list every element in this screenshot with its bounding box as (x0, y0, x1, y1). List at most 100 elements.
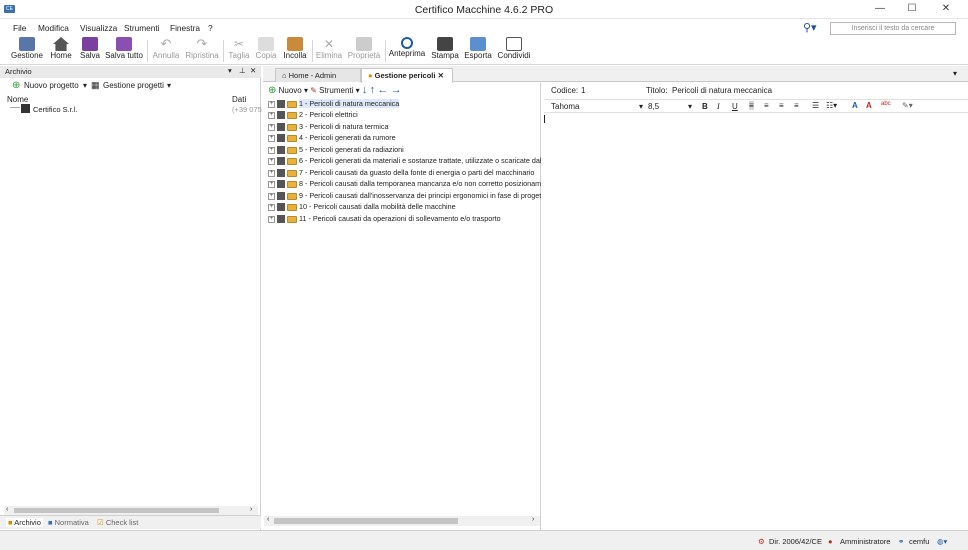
properties-button[interactable]: Proprietà (346, 37, 382, 65)
panel-dropdown-icon[interactable]: ▾ (228, 66, 232, 75)
undo-button[interactable]: ↶ Annulla (151, 37, 181, 65)
archive-row-name[interactable]: Certifico S.r.l. (33, 105, 78, 114)
expand-icon[interactable]: + (268, 123, 275, 131)
print-button[interactable]: Stampa (430, 37, 460, 65)
hazard-row[interactable]: +7 - Pericoli causati da guasto della fo… (268, 168, 541, 179)
home-button[interactable]: Home (48, 37, 74, 65)
share-button[interactable]: Condividi (496, 37, 532, 65)
column-name[interactable]: Nome (7, 95, 28, 104)
hazard-row[interactable]: +8 - Pericoli causati dalla temporanea m… (268, 179, 541, 190)
scroll-left-icon[interactable]: ‹ (6, 506, 8, 513)
hazard-row[interactable]: +6 - Pericoli generati da materiali e so… (268, 156, 541, 167)
gestione-button[interactable]: Gestione (10, 37, 44, 65)
highlight-icon[interactable]: A (866, 101, 872, 110)
arrow-up-icon[interactable]: ↑ (370, 84, 376, 96)
cut-button[interactable]: ✂ Taglia (226, 37, 252, 65)
tab-check-list[interactable]: ☑ Check list (97, 518, 138, 527)
align-center-icon[interactable]: ≡ (764, 101, 769, 110)
align-right-icon[interactable]: ≡ (779, 101, 784, 110)
font-dropdown-icon[interactable]: ▾ (639, 102, 643, 111)
tab-archivio[interactable]: ■ Archivio (6, 518, 43, 527)
hazard-row[interactable]: +1 - Pericoli di natura meccanica (268, 99, 541, 110)
minimize-button[interactable]: — (868, 2, 892, 16)
font-select[interactable]: Tahoma (551, 102, 579, 111)
expand-icon[interactable]: + (268, 157, 275, 165)
save-button[interactable]: Salva (79, 37, 101, 65)
paste-button[interactable]: Incolla (281, 37, 309, 65)
expand-icon[interactable]: + (268, 203, 275, 211)
hazard-row[interactable]: +9 - Pericoli causati dall'inosservanza … (268, 191, 541, 202)
titolo-field[interactable]: Pericoli di natura meccanica (672, 86, 772, 95)
arrow-left-icon[interactable]: ← (377, 84, 388, 96)
column-data[interactable]: Dati (232, 95, 246, 104)
search-input[interactable]: Inserisci il testo da cercare (830, 22, 956, 35)
italic-icon[interactable]: I (717, 102, 720, 111)
hazard-row[interactable]: +5 - Pericoli generati da radiazioni (268, 145, 541, 156)
tab-normativa[interactable]: ■ Normativa (48, 518, 89, 527)
export-button[interactable]: Esporta (463, 37, 493, 65)
codice-field[interactable]: 1 (581, 86, 585, 95)
bullet-list-icon[interactable]: ☰ (812, 101, 819, 110)
tab-gestione-pericoli[interactable]: ● Gestione pericoli ✕ (361, 68, 453, 83)
tab-close-icon[interactable]: ✕ (438, 71, 444, 80)
pin-icon[interactable]: ⊥ (239, 66, 246, 75)
scroll-right-icon[interactable]: › (532, 516, 534, 523)
bold-icon[interactable]: B (702, 102, 708, 111)
expand-icon[interactable]: + (268, 192, 275, 200)
expand-icon[interactable]: + (268, 100, 275, 108)
hazard-row[interactable]: +4 - Pericoli generati da rumore (268, 133, 541, 144)
new-project-dropdown-icon[interactable]: ▾ (83, 81, 87, 90)
new-project-button[interactable]: Nuovo progetto (24, 81, 79, 90)
new-button[interactable]: Nuovo (279, 86, 302, 95)
manage-projects-button[interactable]: Gestione progetti (103, 81, 164, 90)
archive-horizontal-scrollbar[interactable]: ‹ › (4, 506, 258, 515)
hazard-row[interactable]: +10 - Pericoli causati dalla mobilità de… (268, 202, 541, 213)
font-size-select[interactable]: 8,5 (648, 102, 659, 111)
size-dropdown-icon[interactable]: ▾ (688, 102, 692, 111)
underline-icon[interactable]: U (732, 102, 738, 111)
scroll-thumb[interactable] (14, 508, 219, 513)
arrow-right-icon[interactable]: → (391, 84, 402, 96)
directive-label[interactable]: Dir. 2006/42/CE (769, 537, 822, 546)
connection-label[interactable]: cemfu (909, 537, 929, 546)
manage-projects-dropdown-icon[interactable]: ▾ (167, 81, 171, 90)
menu-help[interactable]: ? (208, 23, 213, 33)
rich-text-editor[interactable] (544, 113, 967, 529)
scroll-right-icon[interactable]: › (250, 506, 252, 513)
preview-button[interactable]: Anteprima (388, 37, 426, 65)
menu-strumenti[interactable]: Strumenti (124, 23, 160, 33)
globe-icon[interactable]: ◍▾ (937, 537, 947, 546)
panel-close-icon[interactable]: ✕ (250, 66, 256, 75)
scroll-thumb[interactable] (274, 518, 458, 524)
hazard-row[interactable]: +2 - Pericoli elettrici (268, 110, 541, 121)
font-color-icon[interactable]: A (852, 101, 858, 110)
user-label[interactable]: Amministratore (840, 537, 890, 546)
menu-file[interactable]: File (13, 23, 26, 33)
expand-icon[interactable]: + (268, 111, 275, 119)
delete-button[interactable]: ✕ Elimina (314, 37, 344, 65)
expand-icon[interactable]: + (268, 146, 275, 154)
expand-icon[interactable]: + (268, 215, 275, 223)
search-icon[interactable]: ⚲▾ (803, 21, 817, 34)
tools-dropdown-icon[interactable]: ▾ (356, 86, 360, 95)
hazard-row[interactable]: +3 - Pericoli di natura termica (268, 122, 541, 133)
redo-button[interactable]: ↷ Ripristina (184, 37, 220, 65)
expand-icon[interactable]: + (268, 169, 275, 177)
spellcheck-icon[interactable]: abc (881, 101, 891, 107)
numbered-list-icon[interactable]: ☷▾ (826, 101, 837, 110)
hazard-horizontal-scrollbar[interactable]: ‹ › (264, 516, 540, 526)
wrench-icon[interactable]: ✎▾ (902, 101, 913, 110)
tools-button[interactable]: Strumenti (319, 86, 353, 95)
new-dropdown-icon[interactable]: ▾ (304, 86, 308, 95)
expand-icon[interactable]: + (268, 134, 275, 142)
justify-icon[interactable]: ≡ (794, 101, 799, 110)
maximize-button[interactable]: ☐ (900, 2, 924, 16)
expand-icon[interactable]: + (268, 180, 275, 188)
menu-visualizza[interactable]: Visualizza (80, 23, 117, 33)
align-left-icon[interactable]: ≡ (749, 101, 754, 110)
close-button[interactable]: ✕ (934, 2, 958, 16)
scroll-left-icon[interactable]: ‹ (267, 516, 269, 523)
tab-home-admin[interactable]: ⌂ Home - Admin (275, 68, 361, 82)
arrow-down-icon[interactable]: ↓ (362, 84, 368, 96)
hazard-row[interactable]: +11 - Pericoli causati da operazioni di … (268, 214, 541, 225)
